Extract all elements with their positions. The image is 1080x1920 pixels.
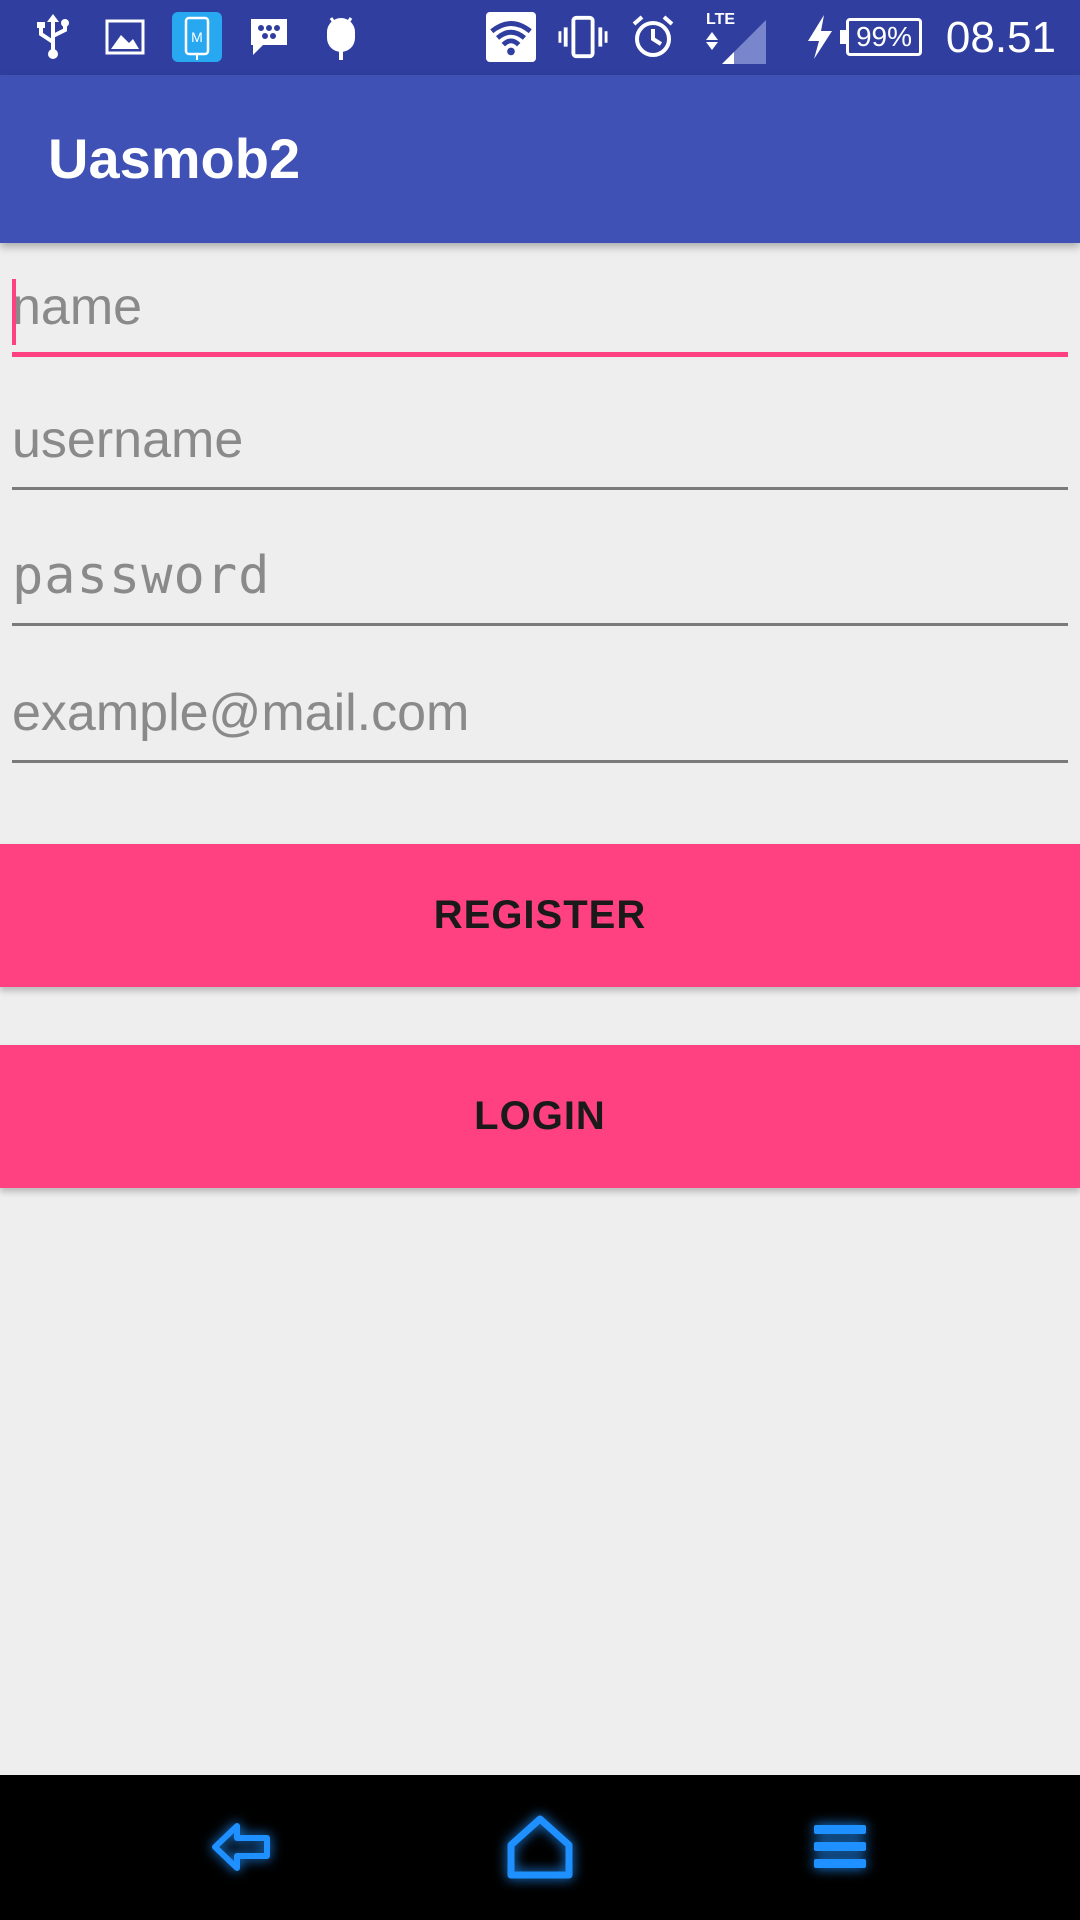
back-icon[interactable] xyxy=(190,1797,290,1897)
status-bar: M LTE 99% 08.51 xyxy=(0,0,1080,75)
name-field-container xyxy=(12,257,1068,357)
app-title: Uasmob2 xyxy=(48,127,301,190)
menu-icon[interactable] xyxy=(790,1797,890,1897)
android-debug-icon xyxy=(316,12,366,62)
wifi-icon xyxy=(486,12,536,62)
image-icon xyxy=(100,12,150,62)
usb-icon xyxy=(28,12,78,62)
navigation-bar xyxy=(0,1775,1080,1920)
screen-mirror-icon: M xyxy=(172,12,222,62)
password-field-underline xyxy=(12,623,1068,626)
status-time: 08.51 xyxy=(945,13,1056,62)
alarm-icon xyxy=(628,12,678,62)
network-label: LTE xyxy=(706,11,735,28)
text-cursor xyxy=(12,279,16,345)
name-input[interactable] xyxy=(12,257,1068,357)
username-field-underline xyxy=(12,487,1068,490)
username-input[interactable] xyxy=(12,390,1068,490)
battery-icon: 99% xyxy=(840,18,922,56)
login-button[interactable]: LOGIN xyxy=(0,1045,1080,1188)
svg-text:M: M xyxy=(191,29,203,45)
bbm-chat-icon xyxy=(244,12,294,62)
register-button[interactable]: REGISTER xyxy=(0,844,1080,987)
email-input[interactable] xyxy=(12,663,1068,763)
home-icon[interactable] xyxy=(490,1797,590,1897)
app-bar: Uasmob2 xyxy=(0,75,1080,243)
email-field-underline xyxy=(12,760,1068,763)
password-field-container xyxy=(12,526,1068,626)
username-field-container xyxy=(12,390,1068,490)
vibrate-icon xyxy=(558,12,608,62)
name-field-underline xyxy=(12,352,1068,357)
signal-icon: LTE xyxy=(704,11,770,64)
password-input[interactable] xyxy=(12,526,1068,626)
email-field-container xyxy=(12,663,1068,763)
charging-icon xyxy=(800,12,840,62)
